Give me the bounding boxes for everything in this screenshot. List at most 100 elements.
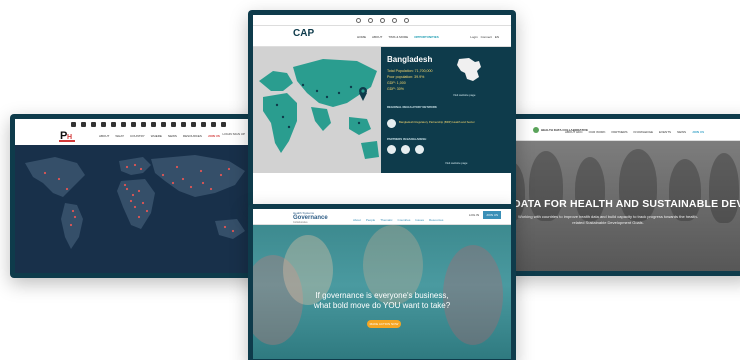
partner-icon [161, 122, 166, 127]
partners-label: PARTNERS IN BANGLADESH [387, 137, 427, 141]
nav-item-country[interactable]: COUNTRY [130, 134, 145, 138]
monitor-frame-governance: Health Systems Governance Collaborative … [248, 204, 516, 360]
regulator-name: Bangladesh Regulatory Partnership (BRP) … [399, 120, 475, 124]
nav-item-issues[interactable]: Issues [415, 218, 424, 222]
page-body [253, 173, 511, 205]
stat-total-population: Total Population: 71,700,000 [387, 69, 433, 73]
world-map-graphic [25, 155, 245, 249]
partner-icon [221, 122, 226, 127]
partner-icon [171, 122, 176, 127]
governance-logo[interactable]: Health Systems Governance Collaborative [293, 212, 328, 225]
monitor-frame-cap: CAP HOME ABOUT TIMS & MORE OPPORTUNITIES… [248, 10, 516, 210]
nav-item-thematic[interactable]: Thematic [380, 218, 392, 222]
regulator-badge-icon [387, 119, 396, 128]
partner-icon [101, 122, 106, 127]
partner-icon [141, 122, 146, 127]
crowd-silhouette [575, 157, 605, 221]
world-map[interactable] [15, 145, 273, 273]
login-links[interactable]: LOGIN SIGN UP [222, 132, 245, 136]
partner-icon [111, 122, 116, 127]
nav-item-about[interactable]: ABOUT [372, 35, 382, 39]
country-panel: Bangladesh Total Population: 71,700,000 … [381, 47, 511, 173]
monitor-frame-health: HEALTH DATA COLLABORATIVE ABOUT HDC OUR … [484, 114, 740, 276]
seal-icon [379, 17, 385, 23]
connect-link[interactable]: Connect [481, 35, 492, 39]
showcase-stage: P H ABOUT WHAT COUNTRY WHERE NEWS RESOUR… [0, 0, 740, 360]
nav-item-events[interactable]: EVENTS [659, 130, 671, 134]
nav-item-knowledge[interactable]: KNOWLEDGE [634, 130, 654, 134]
country-title: Bangladesh [387, 55, 433, 64]
partner-seal-bar [253, 15, 511, 25]
nav-item-about[interactable]: About [353, 218, 361, 222]
hero-banner: DATA FOR HEALTH AND SUSTAINABLE DEVELOPM… [489, 141, 740, 271]
partner-icon [181, 122, 186, 127]
hero-title: DATA FOR HEALTH AND SUSTAINABLE DEVELOPM… [513, 198, 740, 210]
screen-cap-site: CAP HOME ABOUT TIMS & MORE OPPORTUNITIES… [253, 15, 511, 205]
partner-icon [121, 122, 126, 127]
nav-item-partners[interactable]: PARTNERS [611, 130, 627, 134]
partner-logo-icon[interactable] [387, 145, 396, 154]
nav-item-home[interactable]: HOME [357, 35, 366, 39]
main-nav: ABOUT HDC OUR WORK PARTNERS KNOWLEDGE EV… [565, 130, 704, 134]
stat-gdp: GDP: 1,000 [387, 81, 406, 85]
nav-item-what[interactable]: WHAT [115, 134, 124, 138]
utility-links: Login Connect EN [470, 35, 499, 39]
make-action-button[interactable]: MAKE ACTION NOW [367, 320, 401, 328]
nav-item-news[interactable]: NEWS [677, 130, 686, 134]
nav-item-about[interactable]: ABOUT [99, 134, 109, 138]
partner-logo-icon[interactable] [401, 145, 410, 154]
nav-item-about[interactable]: ABOUT HDC [565, 130, 583, 134]
nav-item-join[interactable]: JOIN US [692, 130, 704, 134]
svg-text:H: H [67, 134, 72, 141]
seal-icon [367, 17, 373, 23]
monitor-frame-map: P H ABOUT WHAT COUNTRY WHERE NEWS RESOUR… [10, 114, 278, 278]
crowd-silhouette [709, 153, 739, 223]
crowd-silhouette [529, 151, 563, 221]
logo-line-3: Collaborative [293, 221, 308, 224]
hero-subtitle: Working with countries to improve health… [517, 214, 699, 225]
partner-icon [131, 122, 136, 127]
login-link[interactable]: Login [470, 35, 477, 39]
join-button[interactable]: JOIN US [483, 211, 501, 219]
screen-governance-site: Health Systems Governance Collaborative … [253, 209, 511, 359]
nav-item-join[interactable]: JOIN US [208, 134, 220, 138]
utility-links: LOG IN JOIN US [469, 211, 501, 219]
nav-item-countries[interactable]: Countries [398, 218, 411, 222]
partner-icon [201, 122, 206, 127]
visit-website-link-2[interactable]: Visit website page [445, 161, 468, 165]
nav-item-resources[interactable]: Resources [429, 218, 443, 222]
partner-icon [211, 122, 216, 127]
nav-item-news[interactable]: NEWS [168, 134, 177, 138]
nav-item-people[interactable]: People [366, 218, 375, 222]
hero-banner: If governance is everyone's business, wh… [253, 225, 511, 359]
cap-logo-mark: CAP [293, 28, 315, 39]
partner-icon [91, 122, 96, 127]
site-header: P H ABOUT WHAT COUNTRY WHERE NEWS RESOUR… [15, 119, 273, 145]
language-link[interactable]: EN [495, 35, 499, 39]
partner-logo-icon[interactable] [415, 145, 424, 154]
visit-website-link[interactable]: Visit website page [453, 93, 476, 97]
stat-gdp-share: GDP: 30% [387, 87, 404, 91]
location-pin-icon [359, 87, 367, 101]
region-map-graphic [259, 59, 379, 159]
seal-icon [403, 17, 409, 23]
partner-icon [191, 122, 196, 127]
stat-poor-population: Poor population: 39.9% [387, 75, 425, 79]
partner-icon [81, 122, 86, 127]
nav-item-opportunities[interactable]: OPPORTUNITIES [414, 35, 439, 39]
nav-item-tims[interactable]: TIMS & MORE [388, 35, 408, 39]
crowd-silhouette [669, 159, 701, 221]
p4h-logo-icon[interactable]: P H [59, 127, 75, 143]
cap-logo[interactable]: CAP [293, 29, 319, 45]
login-link[interactable]: LOG IN [469, 213, 479, 217]
site-header: HEALTH DATA COLLABORATIVE ABOUT HDC OUR … [489, 119, 740, 141]
nav-item-our-work[interactable]: OUR WORK [589, 130, 606, 134]
crowd-silhouette [619, 149, 657, 221]
bangladesh-outline-icon [457, 58, 481, 81]
hero-headline: If governance is everyone's business, wh… [313, 291, 451, 310]
seal-icon [391, 17, 397, 23]
partner-icon [151, 122, 156, 127]
nav-item-resources[interactable]: RESOURCES [183, 134, 202, 138]
region-map[interactable] [253, 47, 381, 173]
nav-item-where[interactable]: WHERE [151, 134, 162, 138]
